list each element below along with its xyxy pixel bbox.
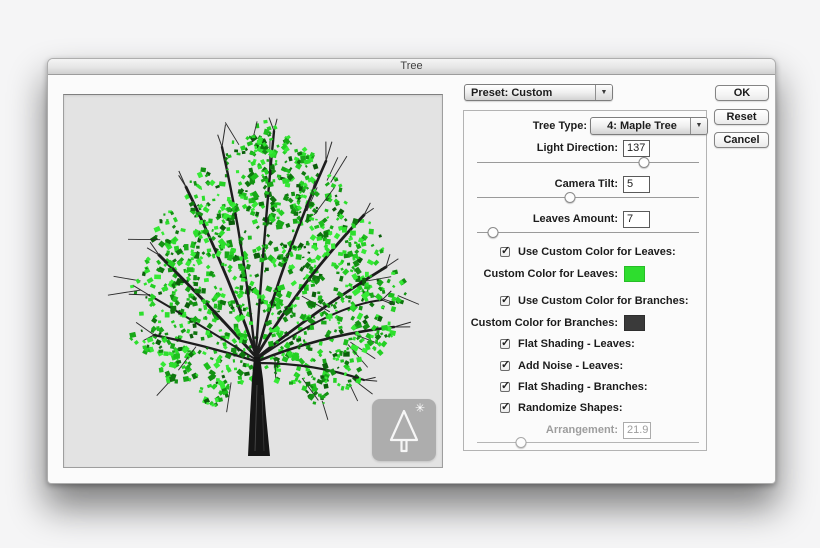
leaves-color-swatch[interactable]: [624, 266, 645, 282]
flat-shading-branches-label: Flat Shading - Branches:: [518, 381, 648, 393]
light-direction-slider[interactable]: [477, 157, 699, 169]
preset-dropdown-value: Preset: Custom: [471, 87, 553, 99]
tree-dialog: Tree ✳ Preset: Custom ▼ OK Reset Cancel: [47, 58, 776, 484]
randomize-shapes-checkbox[interactable]: ✓: [500, 401, 511, 413]
branches-color-swatch[interactable]: [624, 315, 645, 331]
light-direction-label: Light Direction:: [536, 142, 618, 154]
leaves-amount-slider[interactable]: [477, 227, 699, 239]
chevron-down-icon: ▼: [695, 122, 703, 129]
custom-color-branches-label: Custom Color for Branches:: [470, 317, 618, 329]
slider-track: [477, 197, 699, 198]
checkmark-icon: ✓: [501, 337, 511, 349]
tree-type-arrow-button[interactable]: ▼: [690, 118, 707, 134]
checkmark-icon: ✓: [501, 380, 511, 392]
ok-button[interactable]: OK: [715, 85, 769, 101]
flat-shading-leaves-checkbox[interactable]: ✓: [500, 337, 511, 349]
add-noise-leaves-label: Add Noise - Leaves:: [518, 360, 624, 372]
camera-tilt-label: Camera Tilt:: [554, 178, 618, 190]
leaves-amount-field[interactable]: 7: [623, 211, 650, 228]
dialog-title: Tree: [400, 60, 423, 72]
preset-dropdown-arrow-button[interactable]: ▼: [595, 85, 612, 100]
light-direction-slider-thumb[interactable]: [638, 157, 649, 168]
use-custom-color-branches-label: Use Custom Color for Branches:: [518, 295, 689, 307]
use-custom-color-leaves-checkbox[interactable]: ✓: [500, 245, 511, 257]
tree-type-dropdown[interactable]: 4: Maple Tree ▼: [590, 117, 708, 135]
light-direction-field[interactable]: 137: [623, 140, 650, 157]
arrangement-label: Arrangement:: [545, 424, 618, 436]
camera-tilt-slider-thumb[interactable]: [564, 192, 576, 203]
checkmark-icon: ✓: [501, 294, 511, 306]
checkmark-icon: ✓: [501, 359, 511, 371]
flat-shading-branches-checkbox[interactable]: ✓: [500, 380, 511, 392]
reset-button[interactable]: Reset: [714, 109, 769, 125]
flat-shading-leaves-label: Flat Shading - Leaves:: [518, 338, 635, 350]
chevron-down-icon: ▼: [600, 89, 608, 96]
custom-color-leaves-label: Custom Color for Leaves:: [483, 268, 618, 280]
camera-tilt-field[interactable]: 5: [623, 176, 650, 193]
screen: Tree ✳ Preset: Custom ▼ OK Reset Cancel: [0, 0, 820, 548]
dialog-titlebar[interactable]: Tree: [48, 59, 775, 75]
camera-tilt-slider[interactable]: [477, 192, 699, 204]
checkmark-icon: ✓: [501, 245, 511, 257]
cancel-button[interactable]: Cancel: [714, 132, 769, 148]
light-direction-badge: ✳: [372, 399, 436, 461]
randomize-shapes-label: Randomize Shapes:: [518, 402, 623, 414]
use-custom-color-leaves-label: Use Custom Color for Leaves:: [518, 246, 676, 258]
tree-type-value: 4: Maple Tree: [607, 120, 677, 132]
slider-track: [477, 162, 699, 163]
arrangement-slider-thumb[interactable]: [515, 437, 527, 448]
tree-type-label: Tree Type:: [532, 120, 587, 132]
preset-dropdown[interactable]: Preset: Custom ▼: [464, 84, 613, 101]
arrangement-slider[interactable]: [477, 437, 699, 449]
checkmark-icon: ✓: [501, 401, 511, 413]
preview-canvas[interactable]: ✳: [63, 94, 443, 468]
tree-icon: [389, 409, 419, 453]
controls-group: Tree Type: 4: Maple Tree ▼ Light Directi…: [463, 110, 708, 451]
slider-track: [477, 232, 699, 233]
leaves-amount-label: Leaves Amount:: [532, 213, 618, 225]
leaves-amount-slider-thumb[interactable]: [487, 227, 499, 238]
add-noise-leaves-checkbox[interactable]: ✓: [500, 359, 511, 371]
slider-track: [477, 442, 699, 443]
use-custom-color-branches-checkbox[interactable]: ✓: [500, 294, 511, 306]
